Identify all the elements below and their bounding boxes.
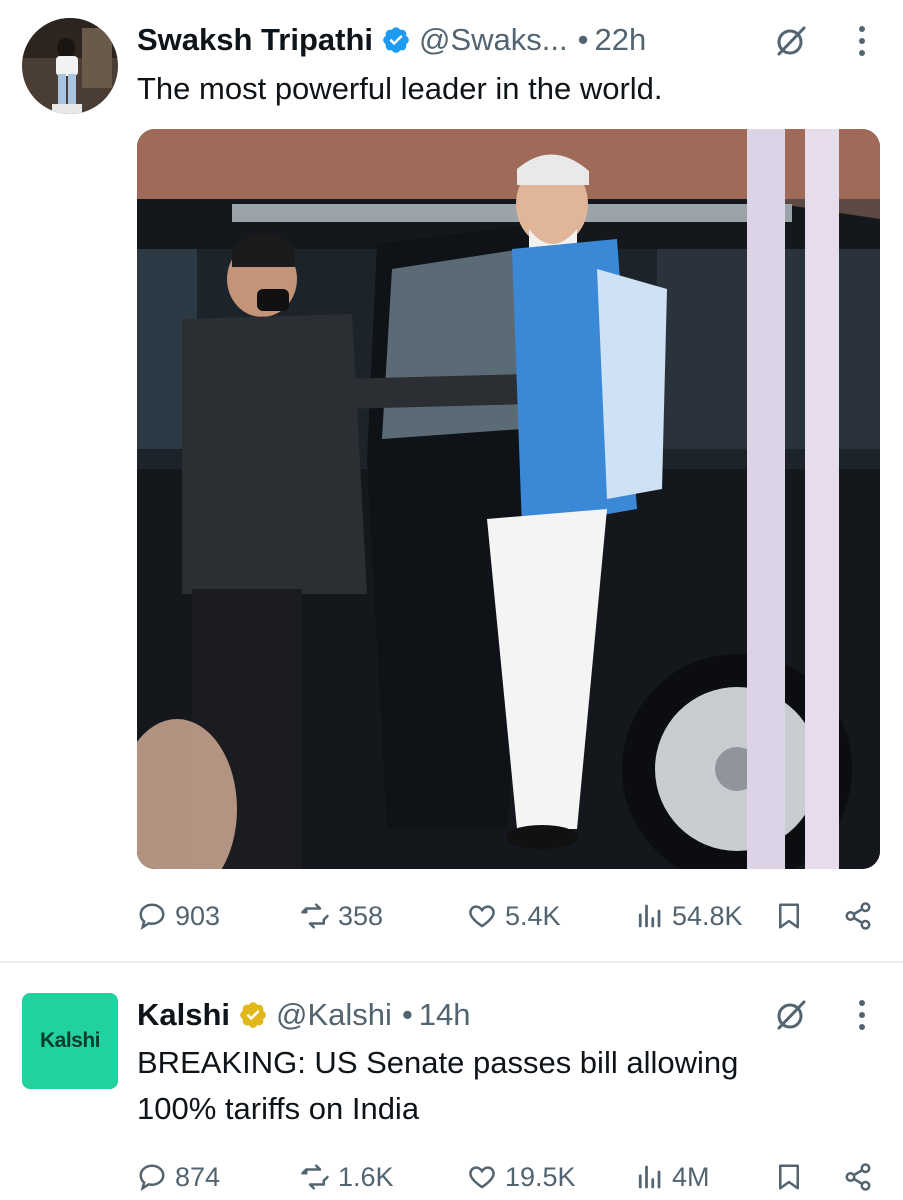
views-button[interactable]: 4M [634,1154,710,1200]
retweet-button[interactable]: 358 [300,893,383,939]
separator-dot: • [401,997,413,1032]
tweet-header: Kalshi @Kalshi • 14h [137,993,471,1037]
reply-count: 874 [175,1161,221,1192]
share-icon [845,1163,871,1191]
like-icon [469,1166,495,1189]
retweet-button[interactable]: 1.6K [300,1154,394,1200]
reply-button[interactable]: 903 [137,893,220,939]
retweet-icon [301,903,329,929]
views-icon [638,1165,661,1189]
bookmark-icon [779,903,799,929]
author-handle[interactable]: @Kalshi [276,997,392,1033]
author-handle[interactable]: @Swaks... [419,22,568,58]
grok-icon[interactable] [774,24,808,58]
share-button[interactable] [843,1154,873,1200]
tweet-text: The most powerful leader in the world. [137,66,663,112]
tweet-text: BREAKING: US Senate passes bill allowing… [137,1040,738,1132]
reply-button[interactable]: 874 [137,1154,220,1200]
author-name[interactable]: Swaksh Tripathi [137,22,373,58]
tweet-text-line: 100% tariffs on India [137,1091,420,1126]
tweet-actions: 903 358 5.4K 54.8K [137,893,880,939]
tweet-actions: 874 1.6K 19.5K 4M [137,1154,880,1200]
bookmark-icon [779,1164,799,1190]
grok-icon[interactable] [774,998,808,1032]
bookmark-button[interactable] [774,1154,804,1200]
more-icon[interactable] [857,24,867,58]
tweet-text-line: The most powerful leader in the world. [137,71,663,106]
timestamp[interactable]: 22h [595,22,647,58]
avatar-logo-text: Kalshi [39,1029,101,1052]
share-icon [845,902,871,930]
avatar[interactable] [22,18,118,114]
views-count: 4M [672,1161,710,1192]
like-button[interactable]: 19.5K [467,1154,576,1200]
retweet-icon [301,1164,329,1190]
like-count: 5.4K [505,900,561,931]
views-count: 54.8K [672,900,743,931]
tweet-swaksh[interactable]: Swaksh Tripathi @Swaks... • 22h The most… [0,0,903,962]
bookmark-button[interactable] [774,893,804,939]
separator-dot: • [577,22,589,57]
verified-badge-icon [238,1000,268,1030]
verified-badge-icon [381,25,411,55]
timestamp[interactable]: 14h [419,997,471,1033]
share-button[interactable] [843,893,873,939]
views-icon [638,904,661,928]
views-button[interactable]: 54.8K [634,893,743,939]
tweet-kalshi[interactable]: Kalshi Kalshi @Kalshi • 14h BREAKING: US… [0,963,903,1200]
retweet-count: 1.6K [338,1161,394,1192]
author-name[interactable]: Kalshi [137,997,230,1033]
more-icon[interactable] [857,998,867,1032]
tweet-photo[interactable] [137,129,880,869]
like-icon [469,905,495,928]
reply-icon [139,1164,165,1192]
retweet-count: 358 [338,900,384,931]
reply-icon [139,903,165,931]
like-count: 19.5K [505,1161,576,1192]
reply-count: 903 [175,900,221,931]
tweet-text-line: BREAKING: US Senate passes bill allowing [137,1045,739,1080]
like-button[interactable]: 5.4K [467,893,561,939]
tweet-header: Swaksh Tripathi @Swaks... • 22h [137,18,646,62]
avatar[interactable]: Kalshi [22,993,118,1089]
